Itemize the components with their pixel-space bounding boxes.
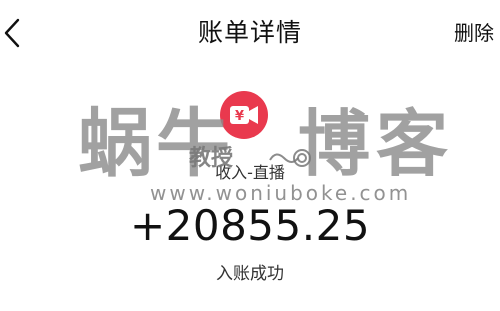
delete-button[interactable]: 删除 xyxy=(454,19,494,47)
svg-text:¥: ¥ xyxy=(235,109,244,124)
transaction-amount: +20855.25 xyxy=(129,201,371,250)
transaction-status: 入账成功 xyxy=(216,264,284,284)
page-title: 账单详情 xyxy=(197,18,302,47)
watermark-swirl-icon xyxy=(269,149,311,167)
watermark-mid: 教授 xyxy=(189,146,234,171)
header-bar: 账单详情 删除 xyxy=(0,0,500,64)
